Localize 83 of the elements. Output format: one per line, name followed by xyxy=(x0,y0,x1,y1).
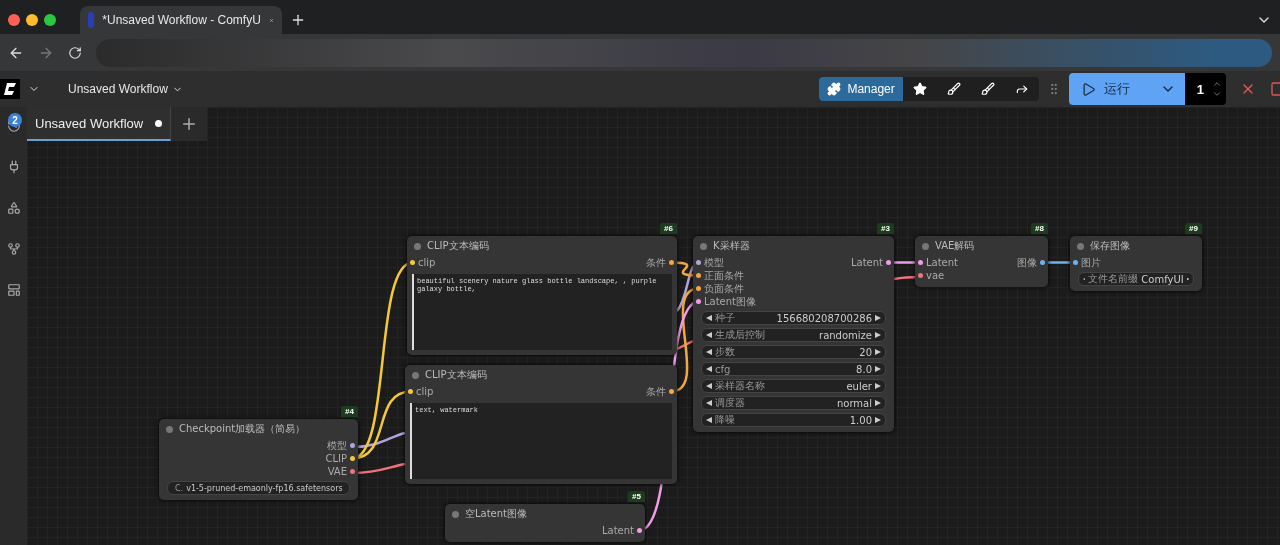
node-title: K采样器 xyxy=(713,239,750,253)
input-slot[interactable]: 模型 xyxy=(696,255,724,270)
node-id-badge: #4 xyxy=(341,406,358,417)
new-tab-icon[interactable] xyxy=(290,12,306,28)
input-slot[interactable]: clip xyxy=(410,257,436,268)
left-arrow-icon[interactable] xyxy=(706,366,712,372)
template-icon[interactable] xyxy=(6,283,21,297)
output-slot[interactable]: 条件 xyxy=(646,384,674,399)
node-title: CLIP文本编码 xyxy=(425,368,487,382)
right-arrow-icon[interactable] xyxy=(875,315,881,321)
minimize-window-icon[interactable] xyxy=(26,14,38,26)
node-title: VAE解码 xyxy=(935,239,975,253)
output-slot[interactable]: CLIP xyxy=(325,453,355,464)
left-arrow-icon[interactable] xyxy=(706,332,712,338)
output-slot[interactable]: Latent xyxy=(850,257,891,268)
collapse-dot-icon[interactable] xyxy=(166,425,173,433)
right-arrow-icon[interactable] xyxy=(875,332,881,338)
collapse-dot-icon[interactable] xyxy=(1077,242,1084,250)
right-arrow-icon[interactable] xyxy=(875,383,881,389)
node-id-badge: #3 xyxy=(877,223,894,234)
node-widget[interactable]: 调度器 normal xyxy=(701,396,886,410)
manager-button[interactable]: Manager xyxy=(819,77,903,101)
left-arrow-icon[interactable] xyxy=(706,400,712,406)
workflow-tab[interactable]: Unsaved Workflow xyxy=(27,107,172,141)
collapse-dot-icon[interactable] xyxy=(452,510,459,518)
app-logo[interactable] xyxy=(0,79,20,99)
node-id-badge: #9 xyxy=(1185,223,1202,234)
branch-icon[interactable] xyxy=(6,242,21,256)
input-slot[interactable]: 图片 xyxy=(1073,255,1101,270)
node-title: Checkpoint加载器（简易） xyxy=(179,422,306,436)
output-slot[interactable]: Latent xyxy=(601,525,642,536)
decrement-icon[interactable] xyxy=(1212,89,1222,99)
node-widget[interactable]: 生成后控制 randomize xyxy=(701,328,886,342)
input-slot[interactable]: clip xyxy=(408,386,434,397)
collapse-dot-icon[interactable] xyxy=(922,242,929,250)
play-icon xyxy=(1080,81,1096,97)
node-title: 空Latent图像 xyxy=(465,507,528,521)
node-id-badge: #5 xyxy=(628,491,645,502)
collapse-dot-icon[interactable] xyxy=(412,371,419,379)
input-slot[interactable]: 负面条件 xyxy=(696,281,744,296)
run-button[interactable]: 运行 xyxy=(1068,73,1151,105)
output-slot[interactable]: 条件 xyxy=(646,255,674,270)
right-arrow-icon[interactable] xyxy=(875,366,881,372)
output-slot[interactable]: VAE xyxy=(327,466,355,477)
collapse-dot-icon[interactable] xyxy=(414,242,421,250)
shapes-icon[interactable] xyxy=(6,201,21,215)
node-widget[interactable]: C. v1-5-pruned-emaonly-fp16.safetensors xyxy=(167,481,350,495)
left-arrow-icon[interactable] xyxy=(706,417,712,423)
output-slot[interactable]: 模型 xyxy=(327,438,355,453)
right-arrow-icon[interactable] xyxy=(875,349,881,355)
node-id-badge: #6 xyxy=(660,223,677,234)
node-widget[interactable]: 降噪 1.00 xyxy=(701,413,886,427)
batch-count-field[interactable]: 1 xyxy=(1184,73,1226,105)
browser-tab[interactable]: *Unsaved Workflow - ComfyU xyxy=(80,6,282,34)
input-slot[interactable]: 正面条件 xyxy=(696,268,744,283)
close-window-icon[interactable] xyxy=(8,14,20,26)
left-arrow-icon[interactable] xyxy=(706,349,712,355)
right-arrow-icon[interactable] xyxy=(875,417,881,423)
node-widget[interactable]: cfg 8.0 xyxy=(701,362,886,376)
puzzle-icon xyxy=(827,82,842,96)
increment-icon[interactable] xyxy=(1212,79,1222,89)
queue-badge: 2 xyxy=(8,113,22,127)
node-widget[interactable]: 采样器名称 euler xyxy=(701,379,886,393)
maximize-window-icon[interactable] xyxy=(44,14,56,26)
node-widget[interactable]: 文件名前缀 ComfyUI xyxy=(1078,272,1194,286)
node-widget[interactable]: 步数 20 xyxy=(701,345,886,359)
site-favicon xyxy=(88,12,95,28)
reload-icon[interactable] xyxy=(68,45,82,60)
node-title: CLIP文本编码 xyxy=(427,239,489,253)
node-canvas[interactable] xyxy=(27,107,1280,545)
left-arrow-icon[interactable] xyxy=(706,315,712,321)
node-widget[interactable]: 种子 156680208700286 xyxy=(701,311,886,325)
node-id-badge: #8 xyxy=(1031,223,1048,234)
workflow-menu[interactable]: Unsaved Workflow xyxy=(62,81,189,97)
input-slot[interactable]: vae xyxy=(918,270,945,281)
input-slot[interactable]: Latent图像 xyxy=(696,294,757,309)
address-field[interactable] xyxy=(96,38,1272,67)
output-slot[interactable]: 图像 xyxy=(1017,255,1045,270)
node-title: 保存图像 xyxy=(1090,239,1130,253)
right-arrow-icon[interactable] xyxy=(875,400,881,406)
left-arrow-icon[interactable] xyxy=(706,383,712,389)
collapse-dot-icon[interactable] xyxy=(700,242,707,250)
input-slot[interactable]: Latent xyxy=(918,257,959,268)
